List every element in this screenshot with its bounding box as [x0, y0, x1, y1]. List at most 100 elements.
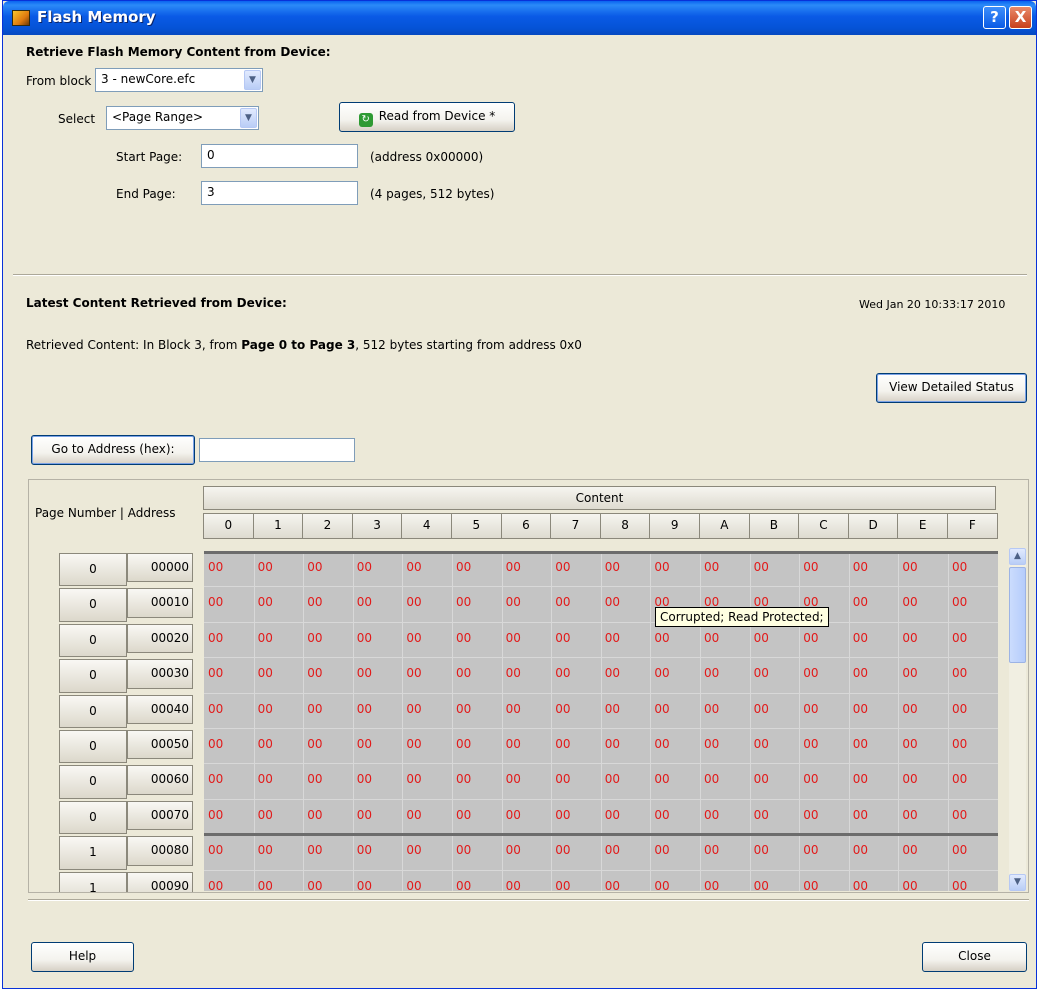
memory-byte-cell[interactable]: 00	[353, 628, 403, 648]
memory-data-area[interactable]: 00 00 00 00 00 00 00 00 00 00 00 00 00 00 00 00 00 00 00 00…	[204, 551, 998, 892]
memory-byte-cell[interactable]: 00	[303, 876, 353, 892]
address-cell[interactable]: 00020	[127, 623, 193, 654]
memory-byte-cell[interactable]: 00	[898, 840, 948, 860]
memory-byte-cell[interactable]: 00	[898, 805, 948, 825]
memory-byte-cell[interactable]: 00	[799, 699, 849, 719]
memory-byte-cell[interactable]: 00	[204, 734, 254, 754]
memory-byte-cell[interactable]: 00	[254, 592, 304, 612]
memory-byte-cell[interactable]: 00	[303, 699, 353, 719]
memory-byte-cell[interactable]: 00	[353, 734, 403, 754]
memory-byte-cell[interactable]: 00	[898, 734, 948, 754]
go-to-address-button[interactable]: Go to Address (hex):	[31, 435, 195, 465]
memory-byte-cell[interactable]: 00	[502, 805, 552, 825]
memory-byte-cell[interactable]: 00	[948, 557, 998, 577]
memory-byte-cell[interactable]: 00	[849, 734, 899, 754]
memory-byte-cell[interactable]: 00	[948, 628, 998, 648]
memory-byte-cell[interactable]: 00	[551, 592, 601, 612]
address-cell[interactable]: 00090	[127, 871, 193, 892]
memory-byte-cell[interactable]: 00	[551, 769, 601, 789]
scroll-down-icon[interactable]: ▼	[1009, 874, 1026, 891]
memory-byte-cell[interactable]: 00	[898, 769, 948, 789]
memory-byte-cell[interactable]: 00	[353, 592, 403, 612]
vertical-scrollbar[interactable]: ▲ ▼	[1009, 548, 1026, 891]
memory-byte-cell[interactable]: 00	[303, 769, 353, 789]
memory-byte-cell[interactable]: 00	[700, 876, 750, 892]
memory-byte-cell[interactable]: 00	[799, 805, 849, 825]
memory-byte-cell[interactable]: 00	[303, 734, 353, 754]
memory-byte-cell[interactable]: 00	[551, 557, 601, 577]
view-detailed-status-button[interactable]: View Detailed Status	[876, 373, 1027, 403]
memory-byte-cell[interactable]: 00	[204, 557, 254, 577]
start-page-input[interactable]: 0	[201, 144, 358, 168]
memory-byte-cell[interactable]: 00	[650, 663, 700, 683]
memory-byte-cell[interactable]: 00	[948, 840, 998, 860]
memory-byte-cell[interactable]: 00	[452, 663, 502, 683]
memory-byte-cell[interactable]: 00	[502, 663, 552, 683]
memory-byte-cell[interactable]: 00	[551, 805, 601, 825]
memory-byte-cell[interactable]: 00	[601, 769, 651, 789]
memory-byte-cell[interactable]: 00	[402, 840, 452, 860]
memory-byte-cell[interactable]: 00	[502, 734, 552, 754]
title-bar[interactable]: Flash Memory ? X	[3, 1, 1036, 35]
memory-byte-cell[interactable]: 00	[700, 840, 750, 860]
memory-byte-cell[interactable]: 00	[750, 734, 800, 754]
memory-byte-cell[interactable]: 00	[353, 557, 403, 577]
memory-byte-cell[interactable]: 00	[551, 840, 601, 860]
memory-byte-cell[interactable]: 00	[502, 840, 552, 860]
memory-byte-cell[interactable]: 00	[452, 876, 502, 892]
memory-byte-cell[interactable]: 00	[402, 876, 452, 892]
memory-byte-cell[interactable]: 00	[650, 557, 700, 577]
page-number-cell[interactable]: 0	[59, 765, 127, 799]
memory-byte-cell[interactable]: 00	[254, 557, 304, 577]
memory-byte-cell[interactable]: 00	[650, 876, 700, 892]
memory-byte-cell[interactable]: 00	[204, 769, 254, 789]
memory-byte-cell[interactable]: 00	[353, 840, 403, 860]
memory-byte-cell[interactable]: 00	[948, 805, 998, 825]
memory-byte-cell[interactable]: 00	[799, 628, 849, 648]
help-button[interactable]: Help	[31, 942, 134, 972]
memory-byte-cell[interactable]: 00	[402, 805, 452, 825]
memory-byte-cell[interactable]: 00	[650, 769, 700, 789]
memory-byte-cell[interactable]: 00	[254, 734, 304, 754]
memory-byte-cell[interactable]: 00	[601, 628, 651, 648]
memory-byte-cell[interactable]: 00	[650, 840, 700, 860]
memory-byte-cell[interactable]: 00	[353, 663, 403, 683]
memory-byte-cell[interactable]: 00	[750, 805, 800, 825]
page-number-cell[interactable]: 0	[59, 588, 127, 622]
memory-byte-cell[interactable]: 00	[303, 628, 353, 648]
memory-byte-cell[interactable]: 00	[353, 769, 403, 789]
from-block-select[interactable]: 3 - newCore.efc ▼	[95, 68, 263, 92]
memory-byte-cell[interactable]: 00	[849, 699, 899, 719]
memory-byte-cell[interactable]: 00	[402, 734, 452, 754]
memory-byte-cell[interactable]: 00	[551, 628, 601, 648]
memory-byte-cell[interactable]: 00	[402, 769, 452, 789]
memory-byte-cell[interactable]: 00	[254, 805, 304, 825]
close-icon[interactable]: X	[1009, 6, 1032, 29]
memory-byte-cell[interactable]: 00	[452, 805, 502, 825]
memory-byte-cell[interactable]: 00	[948, 699, 998, 719]
memory-byte-cell[interactable]: 00	[303, 840, 353, 860]
memory-byte-cell[interactable]: 00	[204, 805, 254, 825]
scroll-thumb[interactable]	[1009, 567, 1026, 663]
page-number-cell[interactable]: 0	[59, 553, 127, 587]
memory-byte-cell[interactable]: 00	[799, 876, 849, 892]
memory-byte-cell[interactable]: 00	[204, 628, 254, 648]
address-cell[interactable]: 00050	[127, 730, 193, 760]
memory-byte-cell[interactable]: 00	[650, 699, 700, 719]
memory-byte-cell[interactable]: 00	[551, 876, 601, 892]
memory-byte-cell[interactable]: 00	[452, 592, 502, 612]
memory-byte-cell[interactable]: 00	[898, 876, 948, 892]
memory-byte-cell[interactable]: 00	[898, 628, 948, 648]
memory-byte-cell[interactable]: 00	[452, 628, 502, 648]
memory-byte-cell[interactable]: 00	[898, 663, 948, 683]
memory-byte-cell[interactable]: 00	[601, 592, 651, 612]
memory-byte-cell[interactable]: 00	[849, 592, 899, 612]
memory-byte-cell[interactable]: 00	[700, 628, 750, 648]
page-number-cell[interactable]: 0	[59, 623, 127, 658]
memory-byte-cell[interactable]: 00	[303, 557, 353, 577]
memory-byte-cell[interactable]: 00	[502, 769, 552, 789]
page-number-cell[interactable]: 1	[59, 871, 127, 892]
memory-byte-cell[interactable]: 00	[849, 663, 899, 683]
memory-byte-cell[interactable]: 00	[601, 663, 651, 683]
memory-byte-cell[interactable]: 00	[551, 663, 601, 683]
